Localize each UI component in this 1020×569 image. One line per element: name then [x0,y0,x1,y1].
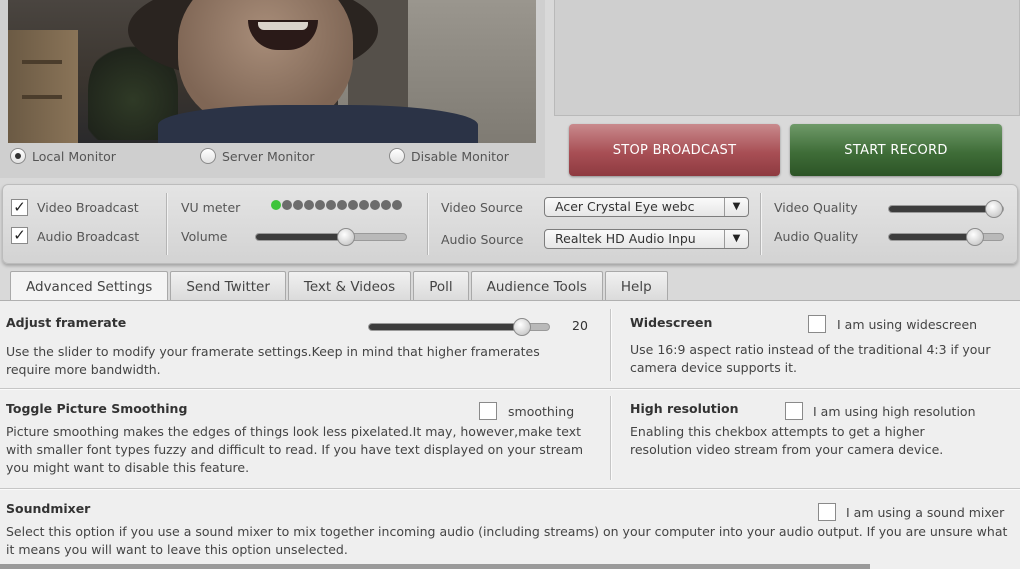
audio-quality-slider[interactable] [888,228,1004,246]
audio-quality-slider-thumb[interactable] [965,228,984,246]
soundmixer-checkbox[interactable] [818,503,836,521]
chevron-down-icon[interactable]: ▼ [724,198,748,216]
server-preview-box [554,0,1020,116]
audio-broadcast-label: Audio Broadcast [37,229,140,244]
video-broadcast-label: Video Broadcast [37,200,139,215]
divider [760,193,761,255]
soundmixer-description: Select this option if you use a sound mi… [6,524,1008,557]
webcam-preview [8,0,536,143]
smoothing-option-label: smoothing [508,404,575,419]
column-divider [610,309,611,381]
audio-source-select[interactable]: Realtek HD Audio Inpu ▼ [544,229,749,249]
smoothing-description: Picture smoothing makes the edges of thi… [6,424,584,475]
server-monitor-label: Server Monitor [222,148,315,164]
tab-send-twitter[interactable]: Send Twitter [170,271,286,301]
vu-meter-dot [337,200,347,210]
audio-broadcast-checkbox[interactable]: ✓ [11,227,28,244]
widescreen-title: Widescreen [630,315,713,330]
monitor-options: Local Monitor Server Monitor Disable Mon… [8,148,538,170]
vu-meter-dot [271,200,281,210]
framerate-value: 20 [572,318,588,333]
volume-label: Volume [181,229,228,244]
tab-text-videos[interactable]: Text & Videos [287,271,412,301]
vu-meter-dot [359,200,369,210]
high-resolution-option-label: I am using high resolution [813,404,976,419]
column-divider [610,396,611,480]
settings-tabs: Advanced Settings Send Twitter Text & Vi… [10,271,668,302]
disable-monitor-label: Disable Monitor [411,148,509,164]
framerate-slider-fill [369,324,522,330]
audio-source-label: Audio Source [441,232,524,247]
start-record-button[interactable]: START RECORD [790,124,1002,176]
video-quality-slider[interactable] [888,200,1004,218]
radio-selected-icon[interactable] [10,148,26,164]
widescreen-checkbox[interactable] [808,315,826,333]
volume-slider-thumb[interactable] [337,228,355,246]
server-monitor-option[interactable]: Server Monitor [200,148,314,164]
advanced-settings-panel: Adjust framerate 20 Use the slider to mo… [0,300,1020,569]
framerate-description: Use the slider to modify your framerate … [6,344,540,377]
local-monitor-option[interactable]: Local Monitor [10,148,116,164]
audio-quality-label: Audio Quality [774,229,859,244]
vu-meter-dot [326,200,336,210]
video-source-select[interactable]: Acer Crystal Eye webc ▼ [544,197,749,217]
volume-slider-fill [256,234,346,240]
row-divider [0,488,1020,489]
vu-meter-dot [348,200,358,210]
framerate-slider[interactable] [368,318,550,336]
smoothing-title: Toggle Picture Smoothing [6,401,188,416]
widescreen-option-label: I am using widescreen [837,317,978,332]
vu-meter-dot [370,200,380,210]
smoothing-checkbox[interactable] [479,402,497,420]
widescreen-description: Use 16:9 aspect ratio instead of the tra… [630,342,991,375]
tab-audience-tools[interactable]: Audience Tools [470,271,603,301]
volume-slider[interactable] [255,228,407,246]
audio-source-value: Realtek HD Audio Inpu [555,231,696,246]
audio-quality-slider-fill [889,234,975,240]
video-broadcast-checkbox[interactable]: ✓ [11,199,28,216]
bottom-edge [0,564,870,569]
broadcast-control-strip: ✓ Video Broadcast ✓ Audio Broadcast VU m… [2,184,1018,264]
tab-advanced-settings[interactable]: Advanced Settings [10,271,169,302]
video-person-teeth [258,22,308,30]
soundmixer-option-label: I am using a sound mixer [846,505,1005,520]
vu-meter-dot [293,200,303,210]
vu-meter-dot [315,200,325,210]
video-person-shirt [158,105,478,143]
high-resolution-checkbox[interactable] [785,402,803,420]
local-monitor-label: Local Monitor [32,148,116,164]
disable-monitor-option[interactable]: Disable Monitor [389,148,509,164]
framerate-slider-thumb[interactable] [513,318,531,336]
vu-meter-dot [304,200,314,210]
video-source-label: Video Source [441,200,523,215]
divider [427,193,428,255]
chevron-down-icon[interactable]: ▼ [724,230,748,248]
framerate-title: Adjust framerate [6,315,127,330]
soundmixer-title: Soundmixer [6,501,91,516]
video-quality-slider-fill [889,206,994,212]
vu-meter-dot [381,200,391,210]
stop-broadcast-button[interactable]: STOP BROADCAST [569,124,780,176]
video-bg-shelf-board [22,60,62,64]
divider [166,193,167,255]
vu-meter-label: VU meter [181,200,241,215]
tab-poll[interactable]: Poll [413,271,469,301]
high-resolution-description: Enabling this chekbox attempts to get a … [630,424,944,457]
vu-meter-dot [282,200,292,210]
vu-meter-dot [392,200,402,210]
tab-help[interactable]: Help [604,271,668,301]
row-divider [0,388,1020,389]
radio-icon[interactable] [200,148,216,164]
video-bg-shelf-board [22,95,62,99]
vu-meter [271,200,402,210]
video-quality-slider-thumb[interactable] [984,200,1003,218]
video-quality-label: Video Quality [774,200,858,215]
high-resolution-title: High resolution [630,401,739,416]
radio-icon[interactable] [389,148,405,164]
video-source-value: Acer Crystal Eye webc [555,199,695,214]
video-bg-shelf [8,30,78,143]
